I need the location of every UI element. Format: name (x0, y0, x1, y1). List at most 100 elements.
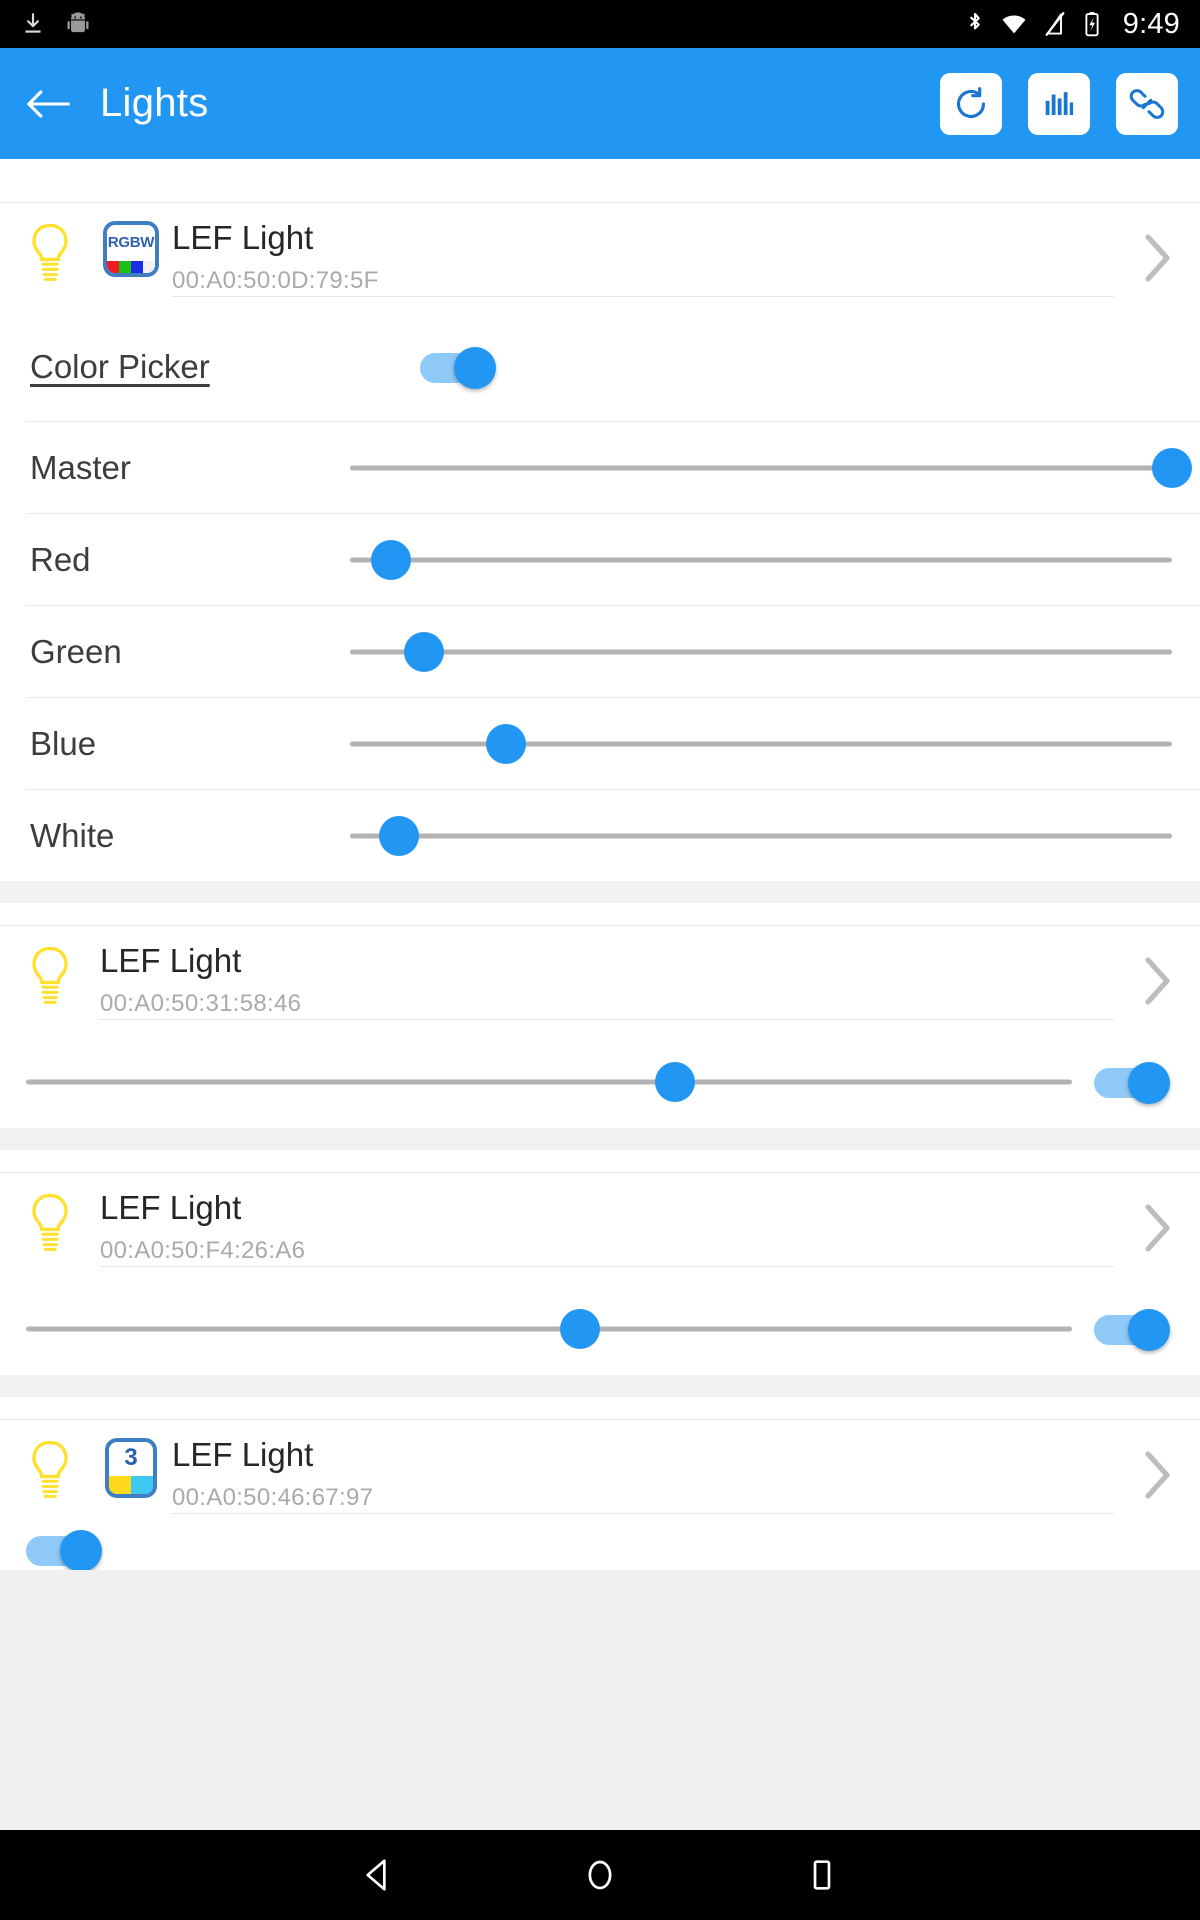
light-detail-chevron-1[interactable] (1114, 203, 1200, 313)
chevron-right-icon (1145, 1204, 1170, 1252)
red-slider[interactable] (350, 536, 1172, 584)
rgbw-badge-cell: RGBW (100, 203, 162, 277)
light-detail-chevron-3[interactable] (1114, 1173, 1200, 1283)
light-info-3: LEF Light 00:A0:50:F4:26:A6 (100, 1173, 1114, 1267)
light-bulb-icon (32, 946, 68, 1004)
slider-label: Master (30, 448, 131, 486)
chart-button[interactable] (1028, 72, 1090, 135)
light-header-2[interactable]: LEF Light 00:A0:50:31:58:46 (0, 926, 1200, 1036)
light-detail-chevron-2[interactable] (1114, 926, 1200, 1036)
slider-thumb[interactable] (1152, 447, 1192, 488)
scene-badge-cell: 3 (100, 1420, 162, 1498)
bulb-icon-cell (0, 926, 100, 1008)
chevron-right-icon (1145, 234, 1170, 282)
brightness-slider-2[interactable] (26, 1058, 1072, 1106)
toggle-knob (453, 347, 496, 389)
scene-3-badge-icon: 3 (105, 1438, 157, 1498)
slider-label: Green (30, 632, 122, 670)
scene-color-bars (109, 1476, 153, 1494)
triangle-back-icon (366, 1859, 386, 1891)
circle-home-icon (588, 1860, 612, 1890)
android-nav-bar (0, 1830, 1200, 1920)
slider-thumb[interactable] (371, 539, 412, 580)
slider-track (26, 1079, 1072, 1085)
light-mac-address: 00:A0:50:0D:79:5F (172, 266, 379, 294)
nav-recents-button[interactable] (786, 1839, 858, 1911)
status-bar-right-icons: 9:49 (965, 8, 1180, 41)
power-toggle-3[interactable] (1094, 1309, 1170, 1351)
toggle-knob (1128, 1309, 1170, 1351)
light-controls-3 (0, 1283, 1200, 1375)
color-picker-switch-wrap (419, 347, 496, 389)
app-bar-actions (940, 72, 1178, 135)
lights-list[interactable]: RGBW LEF Light 00:A0:50:0D:79:5F Color P… (0, 159, 1200, 1830)
slider-thumb[interactable] (486, 723, 527, 764)
light-info-1: LEF Light 00:A0:50:0D:79:5F (172, 203, 1114, 297)
signal-off-icon (1045, 12, 1065, 36)
light-header-1[interactable]: RGBW LEF Light 00:A0:50:0D:79:5F (0, 203, 1200, 313)
bulb-icon-cell (0, 1420, 100, 1502)
card-separator (0, 1375, 1200, 1397)
app-bar: Lights (0, 48, 1200, 159)
light-header-4[interactable]: 3 LEF Light 00:A0:50:46:67:97 (0, 1420, 1200, 1530)
battery-charging-icon (1085, 12, 1099, 37)
app-screen: 9:49 Lights RGBW LEF Light 00:A0:50:0D:7… (0, 0, 1200, 1920)
power-toggle-2[interactable] (1094, 1062, 1170, 1104)
light-card-3: LEF Light 00:A0:50:F4:26:A6 (0, 1150, 1200, 1375)
light-info-4: LEF Light 00:A0:50:46:67:97 (172, 1420, 1114, 1514)
color-picker-toggle[interactable] (419, 347, 496, 389)
blue-slider[interactable] (350, 720, 1172, 768)
light-card-2: LEF Light 00:A0:50:31:58:46 (0, 903, 1200, 1128)
refresh-button[interactable] (940, 72, 1002, 135)
scene-badge-label: 3 (124, 1444, 138, 1471)
color-picker-label[interactable]: Color Picker (30, 348, 210, 386)
slider-row-master: Master (0, 422, 1200, 513)
link-button[interactable] (1116, 72, 1178, 135)
page-title: Lights (100, 81, 209, 125)
rgbw-badge-label: RGBW (107, 233, 155, 251)
white-slider[interactable] (350, 812, 1172, 860)
download-icon (25, 13, 41, 33)
slider-row-green: Green (0, 606, 1200, 697)
slider-track (350, 741, 1172, 746)
nav-home-button[interactable] (564, 1839, 636, 1911)
light-name: LEF Light (172, 219, 314, 256)
chevron-right-icon (1145, 957, 1170, 1005)
refresh-icon (956, 86, 986, 118)
slider-thumb[interactable] (379, 815, 420, 856)
slider-row-red: Red (0, 514, 1200, 605)
rgbw-color-bars (107, 261, 155, 273)
back-button[interactable] (18, 74, 78, 134)
light-mac-address: 00:A0:50:31:58:46 (100, 989, 302, 1017)
slider-thumb[interactable] (560, 1309, 601, 1349)
green-slider[interactable] (350, 628, 1172, 676)
power-toggle-4[interactable] (26, 1530, 102, 1570)
slider-thumb[interactable] (654, 1062, 695, 1102)
brightness-slider-3[interactable] (26, 1305, 1072, 1353)
android-robot-icon (67, 12, 89, 33)
wifi-icon (1002, 15, 1026, 34)
card-separator (0, 1128, 1200, 1150)
square-recents-icon (813, 1860, 831, 1890)
toggle-knob (1128, 1062, 1170, 1104)
link-icon (1129, 88, 1165, 119)
bulb-icon-cell (0, 1173, 100, 1255)
bar-chart-icon (1045, 91, 1074, 115)
status-bar-left-icons (20, 9, 92, 39)
nav-back-button[interactable] (342, 1839, 414, 1911)
slider-track (350, 833, 1172, 838)
color-picker-row: Color Picker (0, 313, 1200, 421)
slider-label: White (30, 816, 115, 854)
light-card-4: 3 LEF Light 00:A0:50:46:67:97 (0, 1397, 1200, 1570)
master-slider[interactable] (350, 444, 1192, 492)
light-bulb-icon (32, 223, 68, 281)
light-detail-chevron-4[interactable] (1114, 1420, 1200, 1530)
rgbw-badge-icon: RGBW (103, 221, 159, 277)
slider-thumb[interactable] (403, 631, 444, 672)
light-header-3[interactable]: LEF Light 00:A0:50:F4:26:A6 (0, 1173, 1200, 1283)
slider-track (350, 557, 1172, 562)
slider-track (350, 465, 1172, 470)
light-controls-4 (0, 1530, 1200, 1570)
light-mac-address: 00:A0:50:46:67:97 (172, 1483, 374, 1511)
bulb-icon-cell (0, 203, 100, 285)
